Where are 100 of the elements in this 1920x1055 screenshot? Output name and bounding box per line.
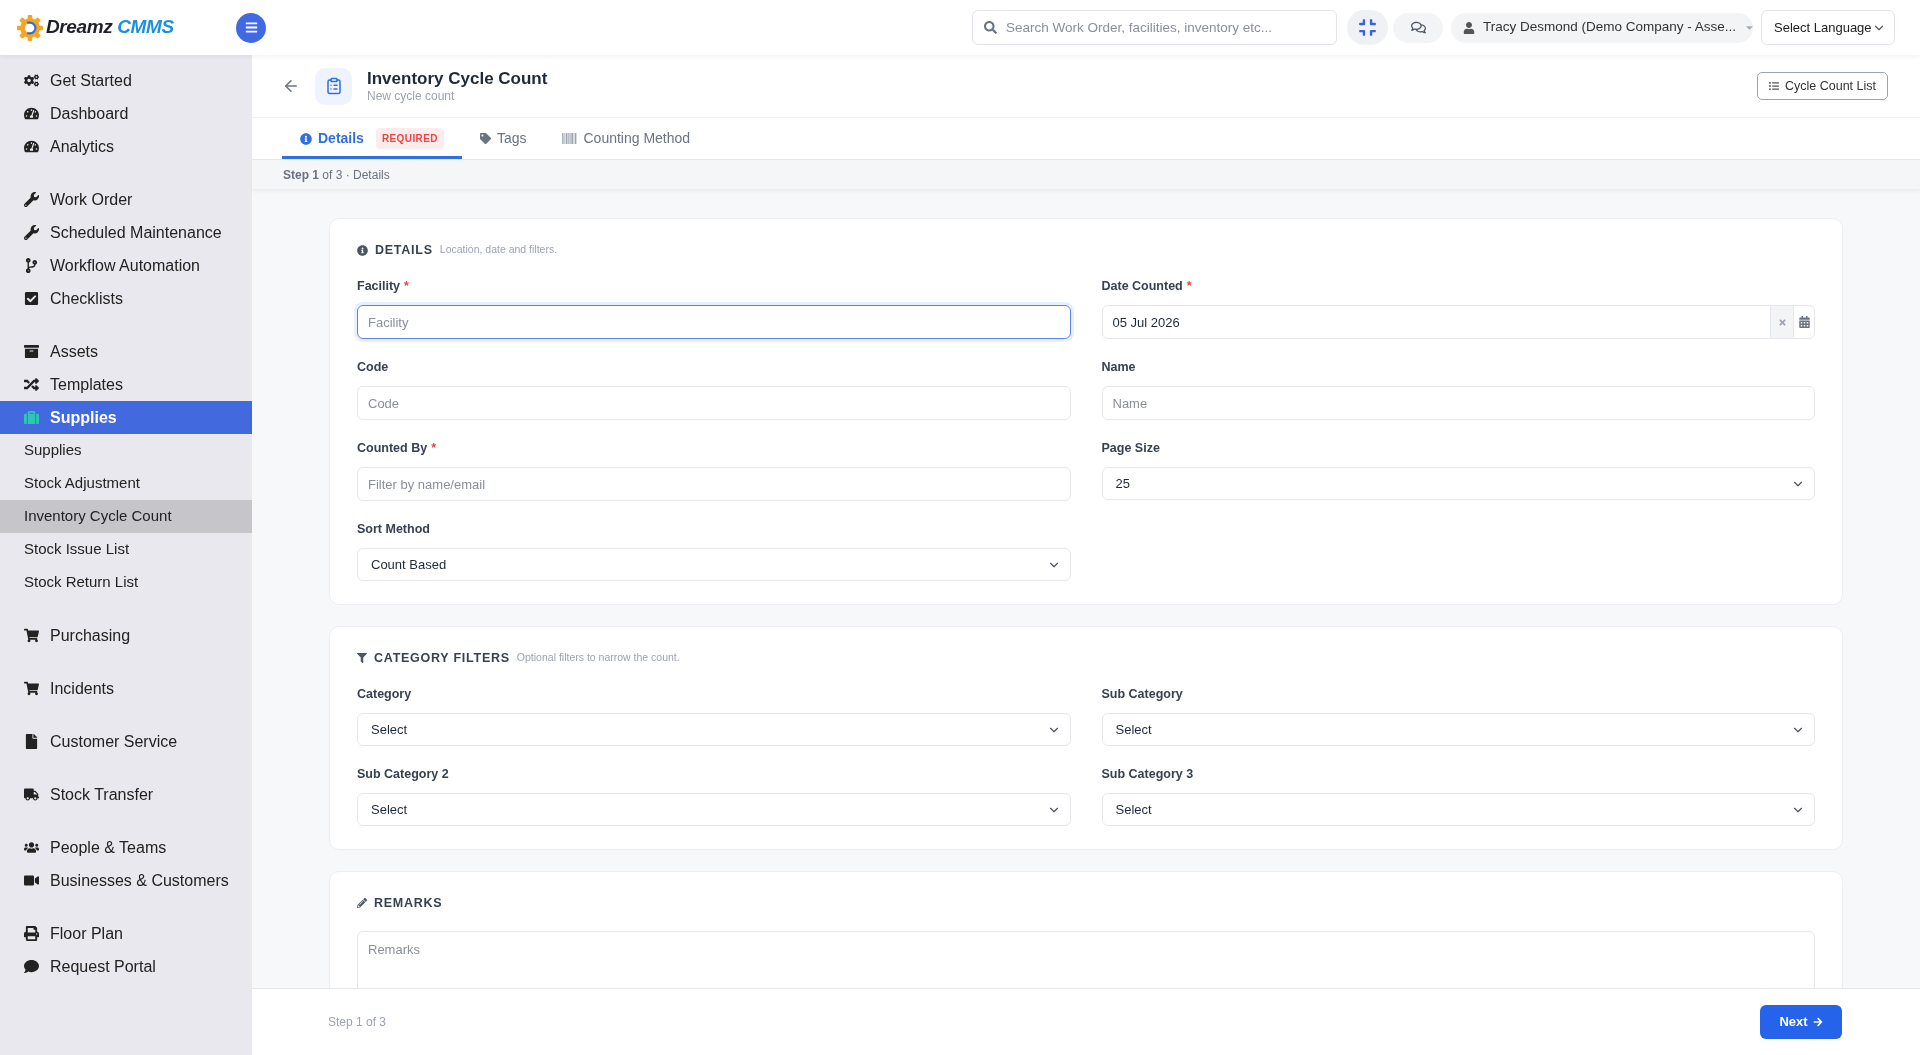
section-title: REMARKS [374, 894, 443, 912]
printer-icon [24, 926, 39, 941]
cycle-count-list-button[interactable]: Cycle Count List [1757, 72, 1888, 100]
search-icon [984, 21, 997, 34]
tab[interactable]: Tags [461, 118, 545, 159]
section-title: DETAILS [375, 241, 433, 259]
section-hint: Optional filters to narrow the count. [516, 650, 680, 666]
calendar-button[interactable] [1793, 305, 1815, 339]
menu-icon [244, 21, 258, 34]
wrench-icon [24, 225, 39, 240]
sidebar-item[interactable]: Supplies [0, 401, 252, 434]
sidebar-item[interactable]: Assets [0, 335, 252, 368]
gauge-icon [24, 139, 39, 154]
field-label: Sub Category 2 [357, 766, 449, 784]
field-label: Sub Category [1101, 686, 1183, 704]
tab[interactable]: Counting Method [544, 118, 709, 159]
cart-icon [24, 628, 39, 643]
gauge-icon [24, 106, 39, 121]
select-field[interactable]: Select [1101, 793, 1815, 826]
sidebar-item[interactable]: Request Portal [0, 950, 252, 983]
gear-logo-icon [17, 14, 43, 41]
chat-bubbles-icon [1410, 20, 1426, 35]
select-field[interactable]: Select [1101, 713, 1815, 746]
text-input[interactable]: Facility [357, 305, 1071, 339]
compress-icon [1358, 18, 1377, 37]
arrow-right-icon [1812, 1017, 1823, 1027]
select-field[interactable]: Select [357, 793, 1071, 826]
search-field[interactable]: Search Work Order, facilities, inventory etc... [972, 10, 1337, 45]
video-camera-icon [24, 873, 39, 888]
sidebar-item[interactable]: Workflow Automation [0, 249, 252, 282]
suitcase-icon [24, 410, 39, 425]
page-title: Inventory Cycle Count [367, 68, 548, 89]
sidebar-item[interactable]: Dashboard [0, 97, 252, 130]
select-field[interactable]: Count Based [357, 548, 1071, 581]
user-icon [1463, 21, 1475, 34]
field-label: Code [357, 359, 389, 377]
gears-icon [24, 73, 39, 88]
date-input[interactable]: 05 Jul 2026 [1101, 305, 1771, 339]
required-mark: * [404, 278, 409, 296]
sidebar-item[interactable]: Work Order [0, 183, 252, 216]
close-icon [1777, 317, 1787, 327]
select-field[interactable]: Select [357, 713, 1071, 746]
shuffle-icon [24, 377, 39, 392]
field-label: Page Size [1101, 440, 1160, 458]
user-menu[interactable]: Tracy Desmond (Demo Company - Asse... [1451, 12, 1753, 43]
info-icon [300, 132, 312, 145]
field-label: Name [1101, 359, 1136, 377]
sidebar-item[interactable]: Scheduled Maintenance [0, 216, 252, 249]
language-select[interactable]: Select Language [1761, 10, 1895, 45]
section-hint: Location, date and filters. [439, 242, 558, 258]
speech-bubble-icon [24, 959, 39, 974]
truck-icon [24, 787, 39, 802]
sidebar-item[interactable]: People & Teams [0, 831, 252, 864]
clipboard-icon [315, 67, 352, 105]
field-label: Counted By [357, 440, 428, 458]
chat-button[interactable] [1393, 12, 1443, 43]
cart-icon [24, 681, 39, 696]
people-icon [24, 840, 39, 855]
checkbox-icon [24, 291, 39, 306]
sidebar-item[interactable]: Businesses & Customers [0, 864, 252, 897]
field-label: Date Counted [1101, 278, 1183, 296]
sidebar-item[interactable]: Templates [0, 368, 252, 401]
page-subtitle: New cycle count [367, 89, 456, 104]
logo-text: Dreamz CMMS [46, 15, 174, 40]
required-badge: REQUIRED [375, 128, 444, 149]
sidebar-subitem[interactable]: Stock Adjustment [0, 467, 252, 500]
sidebar-item[interactable]: Get Started [0, 64, 252, 97]
sidebar-subitem[interactable]: Supplies [0, 434, 252, 467]
sidebar-item[interactable]: Incidents [0, 672, 252, 705]
select-field[interactable]: 25 [1101, 467, 1815, 500]
branch-icon [24, 258, 39, 273]
step-indicator: Step 1 of 3 · Details [283, 166, 390, 184]
field-label: Facility [357, 278, 401, 296]
list-icon [1769, 81, 1779, 91]
wrench-icon [24, 192, 39, 207]
sidebar-item[interactable]: Checklists [0, 282, 252, 315]
field-label: Category [357, 686, 412, 704]
sidebar-subitem[interactable]: Stock Return List [0, 566, 252, 599]
file-icon [24, 734, 39, 749]
sidebar-item[interactable]: Analytics [0, 130, 252, 163]
required-mark: * [431, 440, 436, 458]
info-icon [357, 244, 368, 256]
sidebar-item[interactable]: Customer Service [0, 725, 252, 758]
sidebar-subitem[interactable]: Inventory Cycle Count [0, 500, 252, 533]
tag-icon [479, 133, 491, 144]
field-label: Sub Category 3 [1101, 766, 1194, 784]
required-mark: * [1186, 278, 1192, 296]
next-button[interactable]: Next [1760, 1005, 1842, 1039]
archive-box-icon [24, 344, 39, 359]
sidebar-item[interactable]: Floor Plan [0, 917, 252, 950]
section-title: CATEGORY FILTERS [374, 649, 510, 667]
pencil-icon [357, 898, 367, 908]
sidebar-item[interactable]: Purchasing [0, 619, 252, 652]
calendar-icon [1798, 316, 1810, 328]
field-label: Sort Method [357, 521, 430, 539]
sidebar-subitem[interactable]: Stock Issue List [0, 533, 252, 566]
menu-button[interactable] [236, 12, 266, 43]
sidebar-item[interactable]: Stock Transfer [0, 778, 252, 811]
compress-button[interactable] [1347, 10, 1388, 45]
footer-step-text: Step 1 of 3 [328, 1014, 387, 1031]
